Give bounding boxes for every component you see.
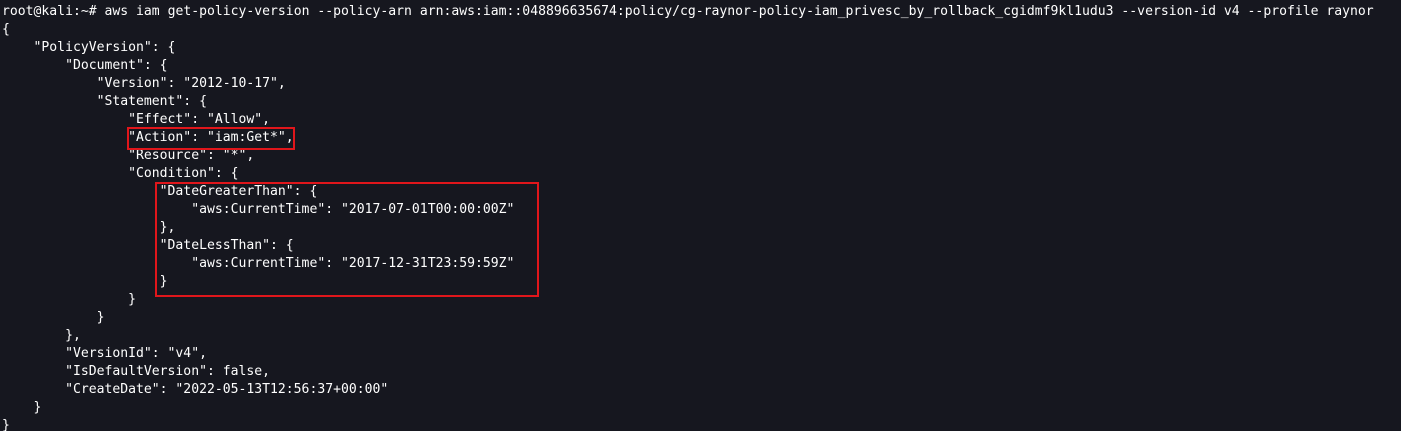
output-line: "Document": {: [2, 58, 168, 73]
command-text: aws iam get-policy-version --policy-arn …: [104, 4, 1374, 19]
shell-prompt: root@kali:~#: [2, 4, 97, 19]
output-line: "VersionId": "v4",: [2, 346, 207, 361]
output-line: },: [2, 220, 176, 235]
output-line: {: [2, 22, 10, 37]
output-line: "PolicyVersion": {: [2, 40, 176, 55]
output-line: }: [2, 310, 105, 325]
output-line: }: [2, 292, 137, 307]
output-line: "IsDefaultVersion": false,: [2, 364, 271, 379]
command-line: root@kali:~# aws iam get-policy-version …: [2, 3, 1374, 21]
output-line: "Condition": {: [2, 166, 239, 181]
condition-highlight-box: [155, 182, 539, 297]
output-line: "Statement": {: [2, 94, 207, 109]
terminal-window[interactable]: root@kali:~# aws iam get-policy-version …: [0, 0, 1401, 431]
output-line: "CreateDate": "2022-05-13T12:56:37+00:00…: [2, 382, 389, 397]
action-highlight-box: [127, 127, 295, 150]
output-line: }: [2, 400, 42, 415]
output-line: "Version": "2012-10-17",: [2, 76, 286, 91]
output-line: }: [2, 418, 10, 431]
output-line: },: [2, 328, 81, 343]
output-line: }: [2, 274, 168, 289]
